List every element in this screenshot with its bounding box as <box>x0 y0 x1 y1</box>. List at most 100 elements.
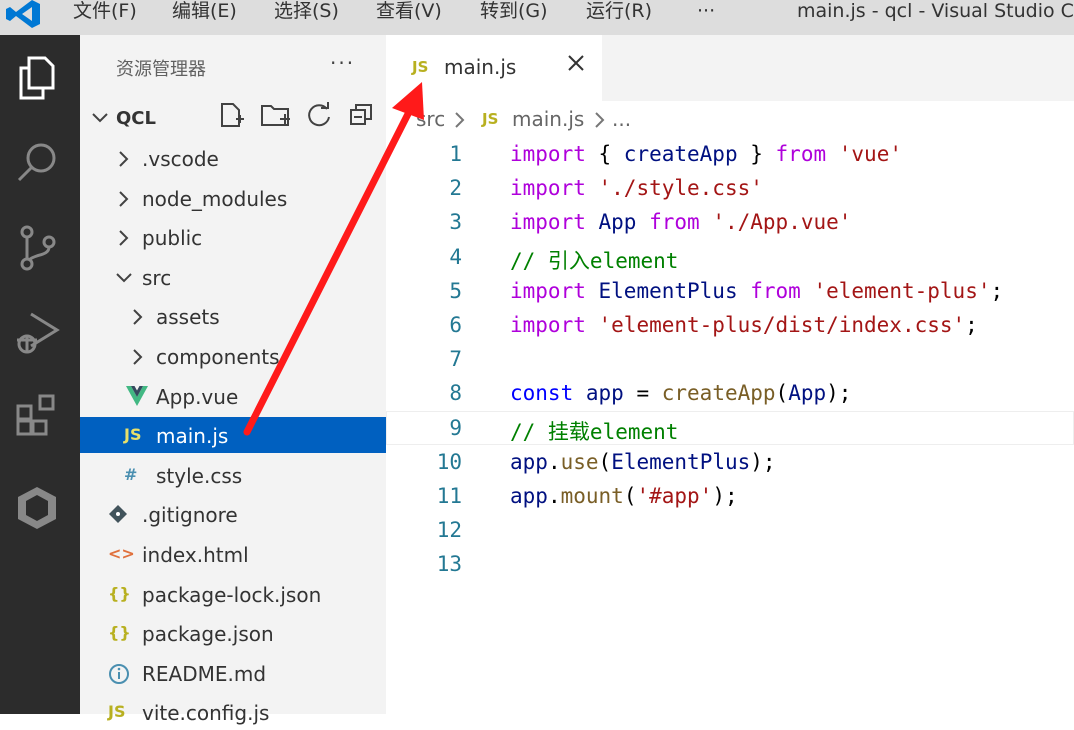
menu-edit[interactable]: 编辑(E) <box>172 0 237 22</box>
code-token: { <box>585 142 624 166</box>
explorer-panel: 资源管理器 ··· QCL .vscode node_modules public s… <box>80 35 386 725</box>
tree-item-label: node_modules <box>142 186 288 211</box>
tree-item-label: App.vue <box>156 384 239 409</box>
code-line[interactable]: 12 <box>386 513 1074 547</box>
tree-item-label: package-lock.json <box>142 582 322 607</box>
code-token: App <box>788 381 827 406</box>
line-number: 12 <box>436 518 462 543</box>
js-file-icon: JS <box>482 110 499 128</box>
chevron-right-icon <box>119 230 129 246</box>
code-token: ( <box>775 381 789 406</box>
code-token: 'element-plus' <box>813 278 991 303</box>
code-token: app <box>510 484 548 508</box>
chevron-right-icon <box>119 151 129 167</box>
explorer-more-button[interactable]: ··· <box>330 51 355 75</box>
code-token: use <box>560 449 599 474</box>
line-source: import ElementPlus from 'element-plus'; <box>510 279 1003 303</box>
tree-item-label: main.js <box>156 424 229 449</box>
tree-item[interactable]: {} package-lock.json <box>80 576 386 612</box>
breadcrumb-more[interactable]: ... <box>612 107 631 131</box>
code-line[interactable]: 4 // 引入element <box>386 240 1074 274</box>
menu-file[interactable]: 文件(F) <box>73 0 137 22</box>
line-number: 1 <box>449 142 462 166</box>
tree-item[interactable]: assets <box>80 298 386 334</box>
menu-view[interactable]: 查看(V) <box>376 0 442 22</box>
code-line[interactable]: 7 <box>386 342 1074 376</box>
tab-label: main.js <box>444 55 517 79</box>
code-line[interactable]: 2 import './style.css' <box>386 171 1074 205</box>
menu-run[interactable]: 运行(R) <box>586 0 652 22</box>
line-number: 8 <box>449 381 462 406</box>
explorer-icon[interactable] <box>12 53 62 103</box>
tree-item[interactable]: .gitignore <box>80 496 386 532</box>
tree-item-label: .vscode <box>142 147 219 171</box>
menu-go[interactable]: 转到(G) <box>480 0 548 22</box>
menu-more[interactable]: ··· <box>697 0 715 22</box>
source-control-icon[interactable] <box>12 223 62 273</box>
run-debug-icon[interactable] <box>12 307 62 357</box>
tree-item-label: style.css <box>156 463 243 488</box>
code-line[interactable]: 6 import 'element-plus/dist/index.css'; <box>386 308 1074 342</box>
breadcrumb-folder[interactable]: src <box>416 107 445 131</box>
tree-item[interactable]: README.md <box>80 655 386 691</box>
code-editor[interactable]: 1 import { createApp } from 'vue' 2 import … <box>386 137 1074 714</box>
code-token: ElementPlus <box>611 449 751 474</box>
code-token: createApp <box>661 381 776 406</box>
code-line[interactable]: 8 const app = createApp(App); <box>386 376 1074 410</box>
chevron-right-icon <box>133 349 143 365</box>
code-line[interactable]: 11 app.mount('#app'); <box>386 479 1074 513</box>
code-line[interactable]: 3 import App from './App.vue' <box>386 205 1074 239</box>
code-token: ( <box>623 484 637 508</box>
breadcrumb-file[interactable]: main.js <box>512 107 584 131</box>
extensions-icon[interactable] <box>12 390 62 440</box>
chevron-right-icon <box>595 112 605 128</box>
tree-item-label: public <box>142 226 203 251</box>
code-line[interactable]: 10 app.use(ElementPlus); <box>386 445 1074 479</box>
code-line[interactable]: 1 import { createApp } from 'vue' <box>386 137 1074 171</box>
menu-selection[interactable]: 选择(S) <box>274 0 339 22</box>
code-line[interactable]: 5 import ElementPlus from 'element-plus'; <box>386 274 1074 308</box>
remote-icon[interactable] <box>12 483 62 533</box>
code-token: ; <box>990 278 1004 303</box>
code-token: import <box>510 142 586 166</box>
code-token: ); <box>750 449 776 474</box>
line-number: 3 <box>449 210 462 235</box>
code-token: 'vue' <box>838 142 902 166</box>
tree-item[interactable]: JS vite.config.js <box>80 694 386 730</box>
breadcrumb: src JS main.js ... <box>386 101 1074 137</box>
line-source: app.use(ElementPlus); <box>510 450 776 474</box>
code-token: const <box>510 381 574 406</box>
tree-item[interactable]: App.vue <box>80 378 386 414</box>
info-file-icon <box>109 663 129 684</box>
new-folder-icon[interactable] <box>260 101 292 129</box>
collapse-all-icon[interactable] <box>348 101 376 129</box>
code-token: app <box>585 381 624 406</box>
tree-item[interactable]: public <box>80 219 386 255</box>
tree-item[interactable]: src <box>80 259 386 295</box>
code-line[interactable]: 9 // 挂载element <box>386 411 1074 445</box>
project-root[interactable]: QCL <box>80 99 386 135</box>
refresh-icon[interactable] <box>305 101 333 129</box>
tab-main-js[interactable]: JS main.js <box>386 35 602 101</box>
search-icon[interactable] <box>12 137 62 187</box>
close-icon[interactable] <box>566 53 586 73</box>
tree-item[interactable]: <> index.html <box>80 536 386 572</box>
code-token: import <box>510 278 586 303</box>
tree-item[interactable]: # style.css <box>80 457 386 493</box>
tree-item[interactable]: JS main.js <box>80 417 386 454</box>
tree-item-label: .gitignore <box>142 503 238 528</box>
tree-item[interactable]: components <box>80 338 386 374</box>
tree-item[interactable]: .vscode <box>80 140 386 176</box>
vscode-logo-icon <box>6 0 40 28</box>
code-token: 'element-plus/dist/index.css' <box>598 313 966 337</box>
tree-item[interactable]: node_modules <box>80 180 386 216</box>
code-token: app <box>510 449 548 474</box>
tree-item[interactable]: {} package.json <box>80 615 386 651</box>
code-line[interactable]: 13 <box>386 547 1074 581</box>
code-token: import <box>510 210 586 235</box>
tree-item-label: package.json <box>142 622 274 647</box>
new-file-icon[interactable] <box>218 101 246 129</box>
